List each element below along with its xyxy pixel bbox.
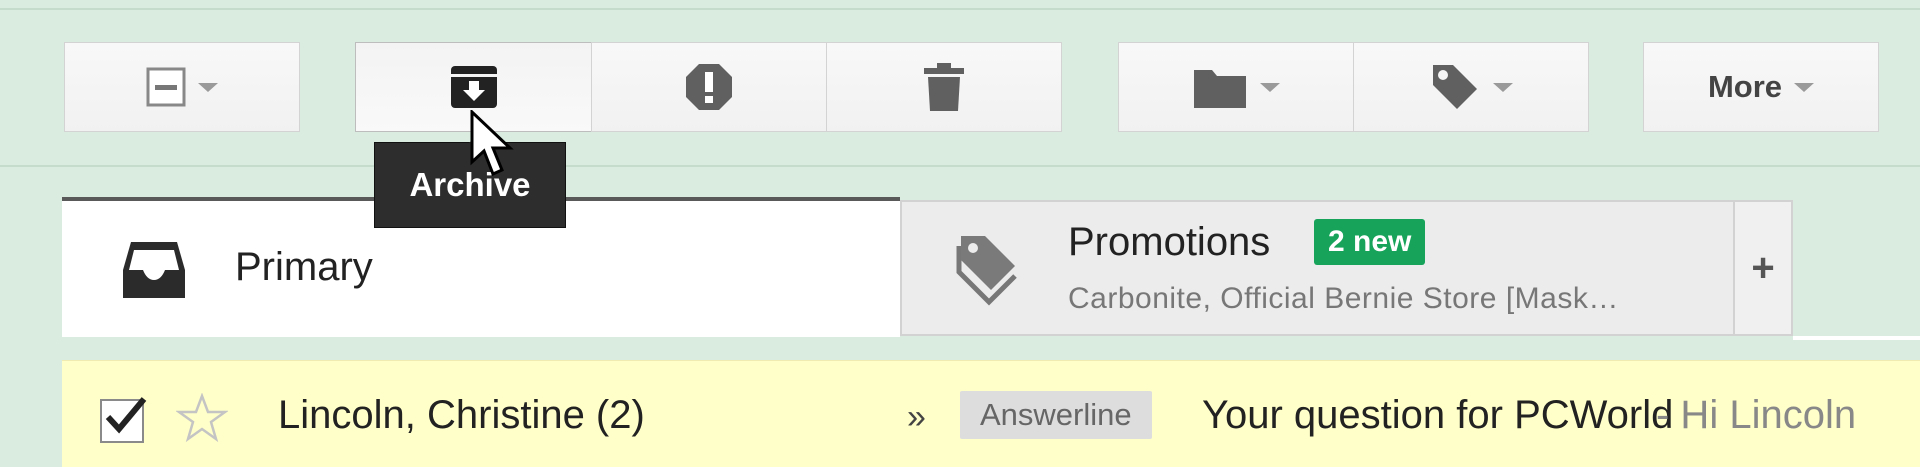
chevron-down-icon <box>1493 82 1513 92</box>
toolbar-divider <box>0 165 1920 167</box>
select-button[interactable] <box>64 42 300 132</box>
inbox-icon <box>123 242 185 298</box>
tab-promotions-snippet: Carbonite, Official Bernie Store [Mask… <box>1068 282 1619 315</box>
trash-icon <box>924 63 964 111</box>
importance-marker-icon[interactable]: » <box>907 398 926 437</box>
tag-icon <box>1433 65 1477 109</box>
mouse-cursor-icon <box>470 110 514 177</box>
plus-icon: + <box>1751 245 1775 290</box>
top-divider <box>0 8 1920 10</box>
new-count-badge: 2 new <box>1314 219 1426 265</box>
email-sender: Lincoln, Christine (2) <box>278 393 645 437</box>
labels-button[interactable] <box>1353 42 1589 132</box>
checkmark-icon <box>105 397 147 434</box>
star-icon[interactable] <box>176 393 228 445</box>
email-subject: Your question for PCWorld <box>1202 393 1674 437</box>
more-label: More <box>1707 69 1783 104</box>
email-snippet: - Hi Lincoln <box>1656 393 1857 437</box>
archive-icon <box>450 66 497 108</box>
tab-primary-label: Primary <box>235 245 373 289</box>
more-button[interactable]: More <box>1643 42 1879 132</box>
select-checkbox-icon <box>146 67 186 107</box>
chevron-down-icon <box>1260 82 1280 92</box>
tag-icon <box>956 236 1017 306</box>
tab-strip-fill <box>1793 336 1920 340</box>
report-spam-button[interactable] <box>591 42 827 132</box>
move-to-button[interactable] <box>1118 42 1354 132</box>
add-tab-button[interactable]: + <box>1735 200 1793 336</box>
row-checkbox[interactable] <box>100 397 147 443</box>
chevron-down-icon <box>198 82 218 92</box>
tab-promotions-label: Promotions <box>1068 220 1271 264</box>
chevron-down-icon <box>1794 82 1815 92</box>
report-spam-icon <box>686 64 732 110</box>
delete-button[interactable] <box>826 42 1062 132</box>
folder-icon <box>1194 70 1246 108</box>
email-label-chip[interactable]: Answerline <box>960 391 1152 439</box>
